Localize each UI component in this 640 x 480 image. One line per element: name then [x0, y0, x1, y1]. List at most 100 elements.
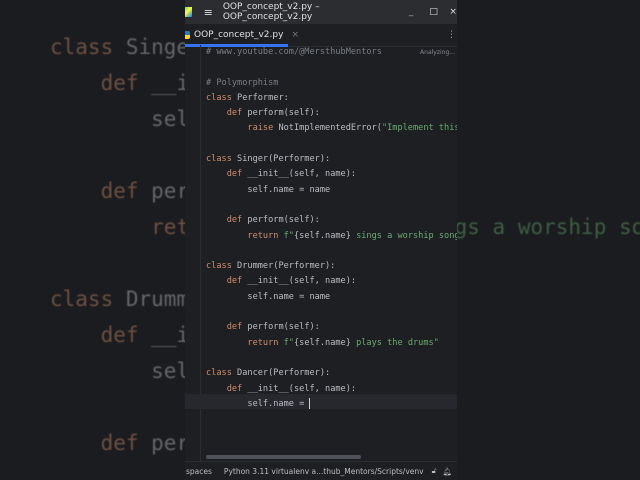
code-line[interactable] [206, 137, 457, 152]
code-token: Dancer(Performer): [237, 368, 331, 379]
code-line[interactable] [206, 305, 457, 320]
code-line[interactable]: def perform(self): [206, 320, 457, 335]
code-line[interactable] [206, 60, 457, 75]
code-token: "Implement this method" [381, 123, 457, 134]
code-token: def [226, 215, 248, 226]
title-bar: ≡ OOP_concept_v2.py – OOP_concept_v2.py … [185, 0, 457, 24]
code-line[interactable]: def __init__(self, name): [206, 167, 457, 182]
maximize-button[interactable]: □ [427, 7, 440, 17]
tab-label: OOP_concept_v2.py [194, 30, 284, 40]
code-line[interactable]: return f"{self.name} sings a worship son… [206, 229, 457, 244]
code-line[interactable]: def __init__(self, name): [206, 382, 457, 397]
code-token: def [226, 383, 248, 394]
ide-window: ≡ OOP_concept_v2.py – OOP_concept_v2.py … [185, 0, 457, 480]
code-line[interactable]: return f"{self.name} plays the drums" [206, 336, 457, 351]
code-token: plays the drums" [350, 337, 439, 348]
code-token: def [226, 322, 248, 333]
code-token: __init__(self, name): [247, 383, 357, 394]
code-line[interactable]: def __init__(self, name): [206, 274, 457, 289]
code-line[interactable]: class Performer: [206, 91, 457, 106]
code-token: sings a worship song" [350, 230, 457, 241]
indent-setting[interactable]: spaces [186, 467, 212, 476]
code-line[interactable]: self.name = name [206, 183, 457, 198]
code-token: self.name = name [206, 184, 331, 195]
tab-bar: OOP_concept_v2.py × ⋮ [185, 24, 457, 47]
code-line[interactable]: # Polymorphism [206, 76, 457, 91]
menu-icon[interactable]: ≡ [204, 6, 213, 19]
lock-icon[interactable]: 🔓︎ [432, 466, 437, 476]
code-editor[interactable]: # www.youtube.com/@MersthubMentors # Pol… [185, 45, 457, 462]
code-token: perform(self): [247, 322, 320, 333]
code-token: __init__(self, name): [247, 169, 357, 180]
code-token: class [206, 92, 238, 103]
code-token: f" [283, 337, 294, 348]
minimize-button[interactable]: _ [404, 7, 417, 17]
code-line[interactable]: class Dancer(Performer): [206, 366, 457, 381]
close-window-button[interactable]: × [449, 7, 457, 17]
code-token: self.name = name [206, 291, 331, 302]
code-token: Performer: [237, 92, 289, 103]
notifications-icon[interactable]: 🔔︎ [442, 467, 452, 476]
code-token: class [50, 287, 126, 311]
python-file-icon [185, 31, 190, 39]
code-token: Drummer(Performer): [237, 261, 336, 272]
code-line[interactable] [206, 244, 457, 259]
code-token: def [100, 179, 152, 203]
code-token: class [206, 368, 238, 379]
horizontal-scrollbar[interactable] [206, 455, 361, 459]
code-token: def [100, 431, 152, 455]
tab-close-button[interactable]: × [291, 30, 299, 40]
code-token: {self.name} [293, 337, 351, 348]
code-token: class [50, 35, 126, 59]
code-token: class [206, 261, 238, 272]
code-line[interactable]: def perform(self): [206, 106, 457, 121]
code-line[interactable]: self.name = name [206, 290, 457, 305]
code-token: def [100, 71, 152, 95]
code-line[interactable]: class Drummer(Performer): [206, 259, 457, 274]
more-tabs-icon[interactable]: ⋮ [447, 30, 456, 40]
text-cursor [309, 397, 311, 409]
code-token: {self.name} [293, 230, 351, 241]
code-line[interactable]: self.name = [206, 397, 457, 412]
analyzing-status: Analyzing... [420, 49, 455, 56]
code-token: Singer(Performer): [237, 154, 331, 165]
code-token: raise [247, 123, 279, 134]
app-logo-icon [185, 7, 192, 17]
code-token: perform(self): [247, 215, 320, 226]
code-token: __init__(self, name): [247, 276, 357, 287]
code-token: NotImplementedError( [278, 123, 382, 134]
code-token: self.name = [206, 398, 310, 409]
code-line[interactable]: raise NotImplementedError("Implement thi… [206, 121, 457, 136]
code-token: return [247, 337, 284, 348]
code-line[interactable]: def perform(self): [206, 213, 457, 228]
code-lines[interactable]: # www.youtube.com/@MersthubMentors # Pol… [206, 45, 457, 412]
code-token: class [206, 154, 238, 165]
code-token: # Polymorphism [206, 77, 279, 88]
code-line[interactable] [206, 198, 457, 213]
interpreter-setting[interactable]: Python 3.11 virtualenv a...thub_Mentors/… [224, 467, 424, 476]
code-line[interactable]: class Singer(Performer): [206, 152, 457, 167]
status-bar: spaces Python 3.11 virtualenv a...thub_M… [185, 461, 457, 480]
code-token: def [226, 108, 248, 119]
code-token: def [226, 276, 248, 287]
code-token: perform(self): [247, 108, 320, 119]
code-token: return [247, 230, 284, 241]
code-token: def [100, 323, 152, 347]
tab-oop-concept[interactable]: OOP_concept_v2.py × [185, 30, 299, 40]
code-token: # www.youtube.com/@MersthubMentors [206, 47, 382, 57]
code-line[interactable] [206, 351, 457, 366]
